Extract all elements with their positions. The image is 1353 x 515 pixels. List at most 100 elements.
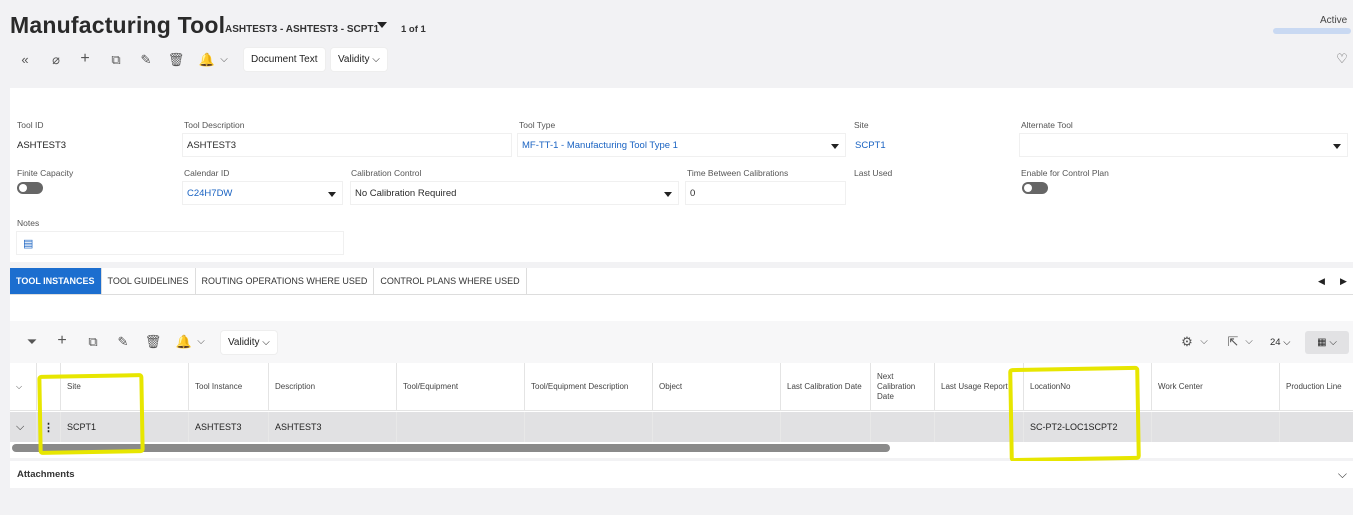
grid-validity-label: Validity bbox=[228, 337, 260, 348]
tool-type-value: MF-TT-1 - Manufacturing Tool Type 1 bbox=[522, 140, 678, 151]
validity-label: Validity bbox=[338, 54, 370, 65]
edit-icon[interactable]: ✎ bbox=[137, 51, 155, 69]
chevron-down-icon[interactable]: ⌵ bbox=[1195, 333, 1213, 351]
edit-icon[interactable]: ✎ bbox=[114, 333, 132, 351]
notes-field[interactable]: ▤ bbox=[16, 231, 344, 255]
duplicate-icon[interactable]: ⧉ bbox=[84, 333, 102, 351]
tool-type-label: Tool Type bbox=[519, 120, 556, 130]
page-size-select[interactable]: 24 ⌵ bbox=[1270, 337, 1290, 348]
scroll-tabs-right-icon[interactable]: ▶ bbox=[1340, 276, 1347, 287]
dropdown-arrow-icon bbox=[664, 192, 672, 197]
dropdown-arrow-icon bbox=[328, 192, 336, 197]
document-text-button[interactable]: Document Text bbox=[244, 48, 325, 71]
tab-routing-operations[interactable]: ROUTING OPERATIONS WHERE USED bbox=[196, 268, 375, 294]
calendar-id-label: Calendar ID bbox=[184, 168, 230, 178]
time-between-calibrations-label: Time Between Calibrations bbox=[687, 168, 789, 178]
table-view-button[interactable]: ▦ ⌵ bbox=[1305, 331, 1349, 354]
grid-toolbar bbox=[10, 321, 1353, 363]
calendar-id-select[interactable]: C24H7DW bbox=[182, 181, 343, 205]
site-highlight-annotation bbox=[37, 373, 145, 455]
bell-icon[interactable]: 🔔 bbox=[198, 51, 216, 69]
table-header: ⌵ Site Tool Instance Description Tool/Eq… bbox=[10, 363, 1353, 411]
scroll-tabs-left-icon[interactable]: ◀ bbox=[1318, 276, 1325, 287]
validity-button[interactable]: Validity ⌵ bbox=[331, 48, 387, 71]
document-notes-icon[interactable]: ▤ bbox=[23, 237, 33, 250]
calibration-control-label: Calibration Control bbox=[351, 168, 422, 178]
tab-bar: TOOL INSTANCES TOOL GUIDELINES ROUTING O… bbox=[10, 268, 1353, 295]
col-production-line[interactable]: Production Line bbox=[1280, 363, 1353, 411]
col-last-calibration-date[interactable]: Last Calibration Date bbox=[781, 363, 871, 411]
calibration-control-value: No Calibration Required bbox=[355, 188, 457, 199]
filter-icon[interactable]: ⏷ bbox=[23, 333, 41, 351]
caret-down-icon[interactable] bbox=[377, 22, 387, 28]
cell-description: ASHTEST3 bbox=[269, 412, 397, 442]
tool-description-value: ASHTEST3 bbox=[187, 140, 237, 151]
cell-tool-equipment-description bbox=[525, 412, 653, 442]
status-label: Active bbox=[1320, 15, 1348, 26]
finite-capacity-toggle[interactable] bbox=[17, 182, 43, 194]
chevron-down-icon[interactable]: ⌵ bbox=[215, 51, 233, 69]
col-tool-equipment-description[interactable]: Tool/Equipment Description bbox=[525, 363, 653, 411]
tool-description-field[interactable]: ASHTEST3 bbox=[182, 133, 512, 157]
settings-icon[interactable]: ⚙ bbox=[1178, 333, 1196, 351]
dropdown-arrow-icon bbox=[1333, 144, 1341, 149]
chevron-down-icon[interactable]: ⌵ bbox=[192, 333, 210, 351]
cell-production-line bbox=[1280, 412, 1353, 442]
tool-id-value: ASHTEST3 bbox=[17, 140, 67, 151]
col-next-calibration-date[interactable]: Next Calibration Date bbox=[871, 363, 935, 411]
duplicate-icon[interactable]: ⧉ bbox=[107, 51, 125, 69]
collapse-icon[interactable]: « bbox=[16, 51, 34, 69]
attachments-panel[interactable]: Attachments ⌵ bbox=[10, 461, 1353, 488]
status-bar bbox=[1273, 28, 1351, 34]
add-icon[interactable]: + bbox=[76, 50, 94, 68]
calendar-id-value: C24H7DW bbox=[187, 188, 233, 199]
finite-capacity-label: Finite Capacity bbox=[17, 168, 74, 178]
tool-id-label: Tool ID bbox=[17, 120, 44, 130]
grid-validity-button[interactable]: Validity ⌵ bbox=[221, 331, 277, 354]
attach-icon[interactable]: ⌀ bbox=[47, 51, 65, 69]
chevron-down-icon[interactable]: ⌵ bbox=[1240, 333, 1258, 351]
tab-tool-instances[interactable]: TOOL INSTANCES bbox=[10, 268, 102, 294]
col-description[interactable]: Description bbox=[269, 363, 397, 411]
add-icon[interactable]: + bbox=[53, 332, 71, 350]
bell-icon[interactable]: 🔔 bbox=[175, 333, 193, 351]
last-used-label: Last Used bbox=[854, 168, 893, 178]
dropdown-arrow-icon bbox=[831, 144, 839, 149]
time-between-calibrations-value: 0 bbox=[690, 188, 696, 199]
delete-icon[interactable]: 🗑 bbox=[144, 333, 162, 351]
cell-next-calibration-date bbox=[871, 412, 935, 442]
col-tool-equipment[interactable]: Tool/Equipment bbox=[397, 363, 525, 411]
location-highlight-annotation bbox=[1008, 365, 1141, 463]
alternate-tool-select[interactable] bbox=[1019, 133, 1348, 157]
tab-control-plans[interactable]: CONTROL PLANS WHERE USED bbox=[374, 268, 527, 294]
col-tool-instance[interactable]: Tool Instance bbox=[189, 363, 269, 411]
col-object[interactable]: Object bbox=[653, 363, 781, 411]
cell-object bbox=[653, 412, 781, 442]
col-work-center[interactable]: Work Center bbox=[1152, 363, 1280, 411]
chevron-down-icon[interactable]: ⌵ bbox=[1338, 467, 1347, 482]
record-count: 1 of 1 bbox=[401, 24, 426, 35]
tool-type-select[interactable]: MF-TT-1 - Manufacturing Tool Type 1 bbox=[517, 133, 846, 157]
notes-label: Notes bbox=[17, 218, 40, 228]
page-size-value: 24 bbox=[1270, 337, 1281, 348]
cell-tool-instance: ASHTEST3 bbox=[189, 412, 269, 442]
calibration-control-select[interactable]: No Calibration Required bbox=[350, 181, 679, 205]
tool-description-label: Tool Description bbox=[184, 120, 245, 130]
cell-last-calibration-date bbox=[781, 412, 871, 442]
tab-tool-guidelines[interactable]: TOOL GUIDELINES bbox=[102, 268, 196, 294]
page-title: Manufacturing Tool bbox=[10, 12, 226, 38]
favorite-heart-icon[interactable]: ♡ bbox=[1333, 50, 1351, 68]
attachments-label: Attachments bbox=[17, 469, 75, 480]
cell-work-center bbox=[1152, 412, 1280, 442]
site-label: Site bbox=[854, 120, 869, 130]
table-row[interactable]: ⌵ ⋮ SCPT1 ASHTEST3 ASHTEST3 SC-PT2-LOC1S… bbox=[10, 412, 1353, 442]
expand-row-icon[interactable]: ⌵ bbox=[10, 412, 37, 442]
site-value[interactable]: SCPT1 bbox=[855, 140, 886, 151]
alternate-tool-label: Alternate Tool bbox=[1021, 120, 1073, 130]
enable-control-plan-label: Enable for Control Plan bbox=[1021, 168, 1109, 178]
expand-all-icon[interactable]: ⌵ bbox=[10, 363, 37, 411]
time-between-calibrations-field[interactable]: 0 bbox=[685, 181, 846, 205]
record-breadcrumb[interactable]: ASHTEST3 - ASHTEST3 - SCPT1 bbox=[225, 24, 379, 35]
enable-control-plan-toggle[interactable] bbox=[1022, 182, 1048, 194]
delete-icon[interactable]: 🗑 bbox=[167, 51, 185, 69]
